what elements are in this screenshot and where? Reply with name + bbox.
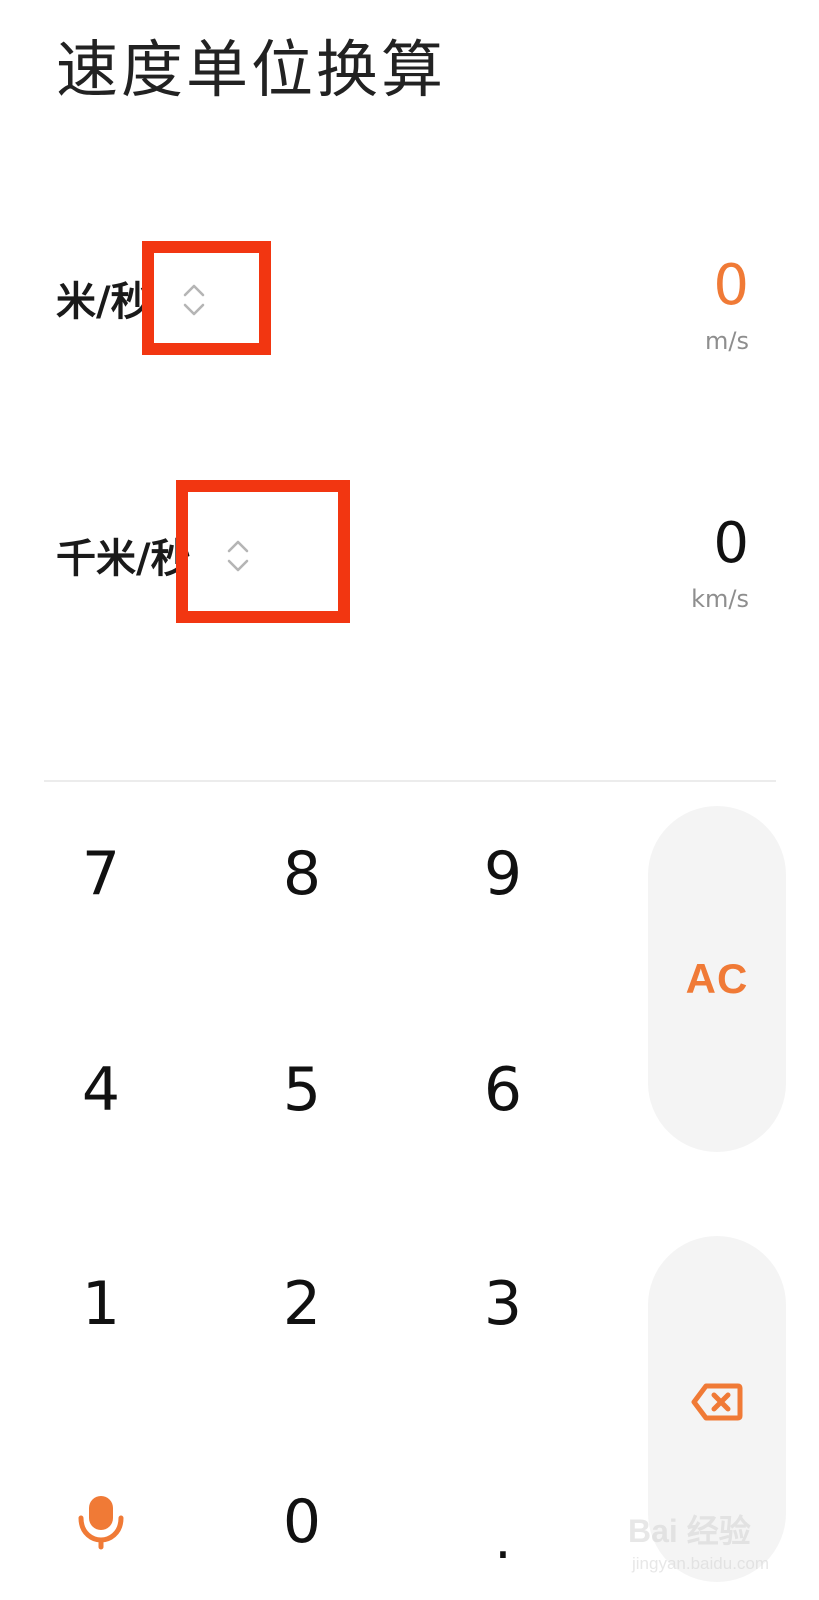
key-9[interactable]: 9	[428, 814, 578, 934]
speed-converter-screen: 速度单位换算 米/秒 0 m/s 千米/秒 0 km/s 7 8 9 4 5 6…	[0, 0, 819, 1600]
microphone-icon	[78, 1496, 124, 1550]
target-unit-name[interactable]: 千米/秒	[56, 534, 191, 584]
key-1[interactable]: 1	[26, 1244, 176, 1364]
annotation-highlight-box	[176, 480, 350, 623]
key-8[interactable]: 8	[227, 814, 377, 934]
source-unit-name[interactable]: 米/秒	[56, 277, 151, 327]
clear-button[interactable]: AC	[648, 806, 786, 1152]
key-0[interactable]: 0	[227, 1462, 377, 1582]
target-value-display[interactable]: 0	[713, 512, 749, 576]
clear-button-label: AC	[685, 955, 749, 1002]
backspace-icon	[691, 1383, 743, 1421]
key-5[interactable]: 5	[227, 1030, 377, 1150]
voice-input-button[interactable]	[26, 1462, 176, 1582]
target-unit-row[interactable]: 千米/秒 0 km/s	[0, 420, 819, 760]
target-unit-abbr: km/s	[691, 585, 749, 613]
key-2[interactable]: 2	[227, 1244, 377, 1364]
key-6[interactable]: 6	[428, 1030, 578, 1150]
source-unit-row[interactable]: 米/秒 0 m/s	[0, 0, 819, 420]
divider	[44, 780, 776, 782]
annotation-highlight-box	[142, 241, 271, 355]
source-unit-abbr: m/s	[705, 327, 749, 355]
watermark: Bai 经验 jingyan.baidu.com	[628, 1506, 798, 1594]
watermark-brand: Bai 经验	[628, 1513, 751, 1549]
key-7[interactable]: 7	[26, 814, 176, 934]
key-4[interactable]: 4	[26, 1030, 176, 1150]
source-value-display[interactable]: 0	[713, 254, 749, 318]
key-3[interactable]: 3	[428, 1244, 578, 1364]
watermark-url: jingyan.baidu.com	[632, 1554, 770, 1573]
key-decimal[interactable]: .	[428, 1462, 578, 1582]
